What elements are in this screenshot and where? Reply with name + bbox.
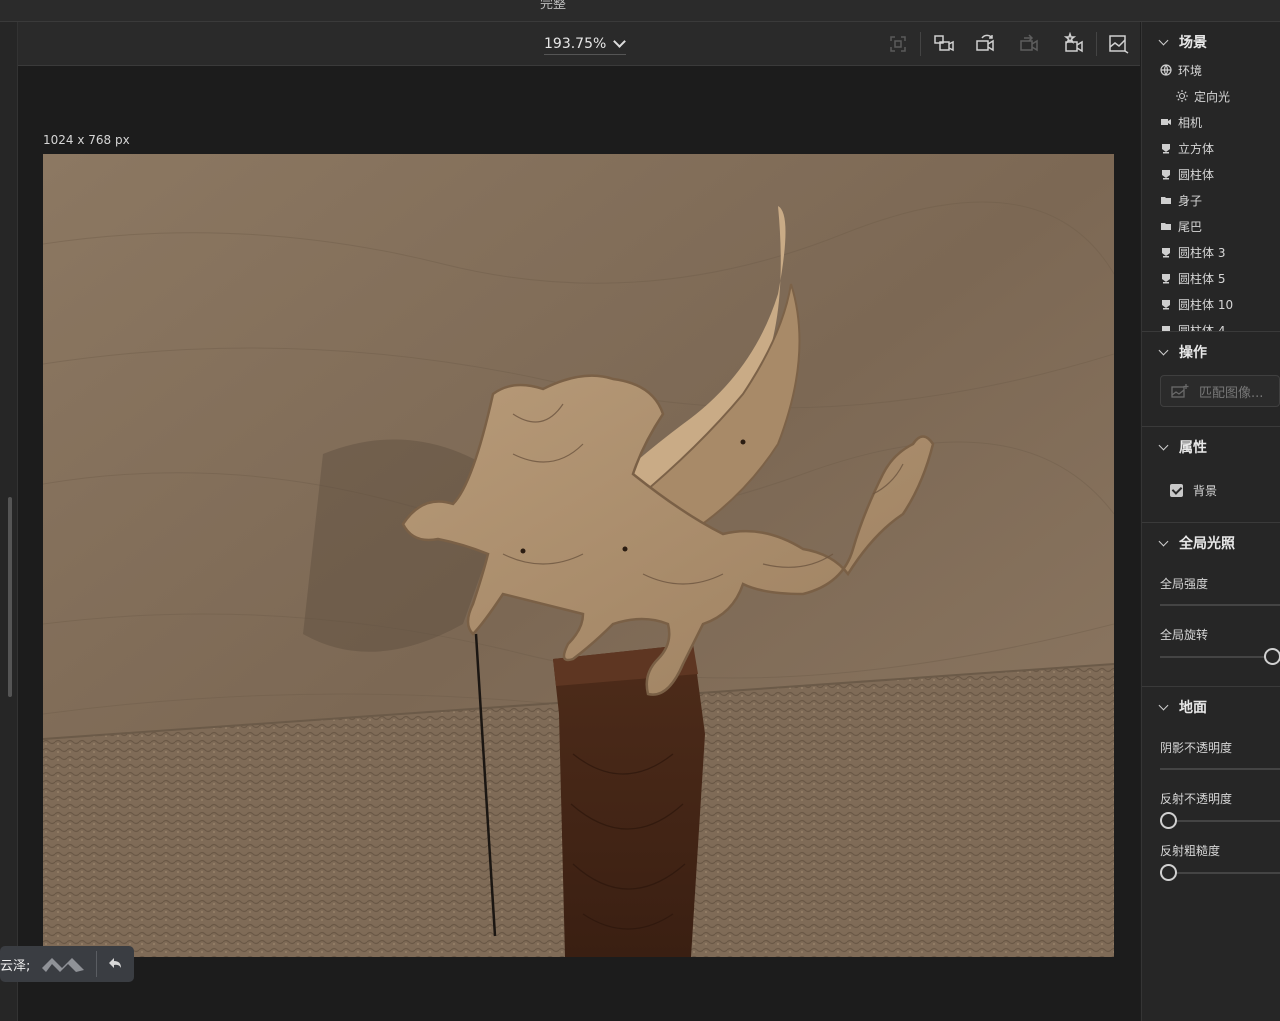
- global-rotation-label: 全局旋转: [1160, 628, 1209, 642]
- viewport-canvas[interactable]: 1024 x 768 px 云泽;: [0, 66, 1140, 1021]
- global-intensity-label: 全局强度: [1160, 577, 1209, 591]
- global-intensity-track[interactable]: [1160, 604, 1280, 606]
- camera-move-icon[interactable]: [1018, 32, 1042, 56]
- scene-illustration: [43, 154, 1114, 957]
- scene-tree-item[interactable]: 定向光: [1142, 83, 1280, 109]
- scene-tree-item[interactable]: 相机: [1142, 109, 1280, 135]
- left-scrollbar[interactable]: [8, 497, 12, 697]
- scene-tree-item-label: 圆柱体 5: [1178, 271, 1226, 286]
- global-light-title: 全局光照: [1179, 536, 1235, 552]
- canvas-size-label: 1024 x 768 px: [43, 133, 130, 147]
- shadow-opacity-track[interactable]: [1160, 768, 1280, 770]
- scene-tree-item-label: 尾巴: [1178, 219, 1203, 234]
- scene-tree-item[interactable]: 圆柱体: [1142, 161, 1280, 187]
- toast-separator: [96, 951, 97, 977]
- toolbar-separator: [920, 32, 921, 56]
- chevron-down-icon: [1158, 700, 1169, 710]
- scene-tree-item[interactable]: 圆柱体 5: [1142, 265, 1280, 291]
- scene-tree-item[interactable]: 环境: [1142, 63, 1280, 83]
- scene-tree-item-label: 圆柱体 10: [1178, 297, 1234, 312]
- scene-tree-item-label: 定向光: [1194, 89, 1231, 104]
- scene-tree-item[interactable]: 身子: [1142, 187, 1280, 213]
- model-icon: [1160, 298, 1172, 310]
- reflection-roughness-thumb[interactable]: [1160, 864, 1177, 881]
- scene-tree: 环境定向光相机立方体圆柱体身子尾巴圆柱体 3 圆柱体 5 圆柱体 10 圆柱体 4: [1142, 63, 1280, 331]
- globe-icon: [1160, 64, 1172, 76]
- chevron-down-icon: [1158, 35, 1169, 45]
- sun-icon: [1176, 90, 1188, 102]
- undo-icon[interactable]: [105, 954, 125, 974]
- scene-tree-item-label: 圆柱体 3: [1178, 245, 1226, 260]
- background-checkbox[interactable]: [1170, 484, 1183, 497]
- image-plus-icon: [1171, 384, 1189, 398]
- ground-section-header[interactable]: 地面: [1142, 687, 1280, 727]
- properties-title: 属性: [1179, 440, 1207, 456]
- scene-tree-item[interactable]: 圆柱体 10: [1142, 291, 1280, 317]
- frame-select-icon[interactable]: [886, 32, 910, 56]
- toolbar-separator: [1096, 32, 1097, 56]
- folder-icon: [1160, 220, 1172, 232]
- chevron-down-icon: [1158, 440, 1169, 450]
- scene-tree-item-label: 圆柱体 4: [1178, 323, 1226, 332]
- scene-tree-item[interactable]: 圆柱体 4: [1142, 317, 1280, 331]
- viewport-toolbar: 193.75%: [18, 22, 1140, 66]
- global-rotation-slider[interactable]: [1160, 648, 1280, 665]
- scene-tree-item[interactable]: 尾巴: [1142, 213, 1280, 239]
- chevron-down-icon: [613, 35, 627, 48]
- folder-icon: [1160, 194, 1172, 206]
- left-gutter: [0, 22, 18, 1021]
- reflection-opacity-thumb[interactable]: [1160, 812, 1177, 829]
- scene-title: 场景: [1179, 35, 1207, 51]
- model-icon: [1160, 272, 1172, 284]
- app-window: 完整 193.75% 1024 x 768 px 云泽; 场景 环境 定向光 相…: [0, 0, 1280, 1021]
- reflection-opacity-slider[interactable]: [1160, 812, 1280, 829]
- model-icon: [1160, 142, 1172, 154]
- title-bar: 完整: [0, 0, 1280, 22]
- user-logo-icon: [42, 958, 84, 972]
- zoom-dropdown[interactable]: 193.75%: [544, 33, 627, 55]
- background-checkbox-row[interactable]: 背景: [1160, 482, 1217, 499]
- properties-section-header[interactable]: 属性: [1142, 427, 1280, 467]
- model-icon: [1160, 246, 1172, 258]
- chevron-down-icon: [1158, 345, 1169, 355]
- camera-transform-icon[interactable]: [932, 32, 956, 56]
- scene-tree-item-label: 相机: [1178, 115, 1203, 130]
- scene-tree-item-label: 身子: [1178, 193, 1203, 208]
- user-toast: 云泽;: [0, 946, 134, 982]
- match-image-button[interactable]: 匹配图像...: [1160, 375, 1280, 407]
- background-label: 背景: [1193, 484, 1218, 498]
- reflection-roughness-label: 反射粗糙度: [1160, 844, 1221, 858]
- camera-star-icon[interactable]: [1062, 31, 1086, 56]
- scene-section-header[interactable]: 场景: [1142, 22, 1280, 62]
- actions-section-header[interactable]: 操作: [1142, 332, 1280, 372]
- user-name: 云泽;: [0, 958, 31, 974]
- actions-title: 操作: [1179, 345, 1207, 361]
- scene-tree-item-label: 圆柱体: [1178, 167, 1215, 182]
- reflection-roughness-slider[interactable]: [1160, 864, 1280, 881]
- global-rotation-thumb[interactable]: [1264, 648, 1280, 665]
- camera-icon: [1160, 116, 1172, 128]
- reflection-opacity-label: 反射不透明度: [1160, 792, 1233, 806]
- model-icon: [1160, 324, 1172, 331]
- scene-tree-item-label: 立方体: [1178, 141, 1215, 156]
- shadow-opacity-label: 阴影不透明度: [1160, 741, 1233, 755]
- render-preview[interactable]: Y X Z: [43, 154, 1114, 957]
- window-title: 完整: [540, 0, 567, 12]
- scene-tree-item[interactable]: 圆柱体 3: [1142, 239, 1280, 265]
- global-light-section-header[interactable]: 全局光照: [1142, 523, 1280, 563]
- scene-tree-item[interactable]: 立方体: [1142, 135, 1280, 161]
- zoom-value: 193.75%: [544, 35, 607, 52]
- rotate-camera-icon[interactable]: [974, 32, 998, 56]
- scene-tree-item-label: 环境: [1178, 63, 1203, 78]
- match-image-label: 匹配图像...: [1199, 385, 1264, 401]
- inspector-panel: 场景 环境定向光相机立方体圆柱体身子尾巴圆柱体 3 圆柱体 5 圆柱体 10 圆柱体 …: [1141, 22, 1280, 1021]
- model-icon: [1160, 168, 1172, 180]
- ground-title: 地面: [1179, 700, 1207, 716]
- chevron-down-icon: [1158, 536, 1169, 546]
- render-icon[interactable]: [1106, 32, 1130, 56]
